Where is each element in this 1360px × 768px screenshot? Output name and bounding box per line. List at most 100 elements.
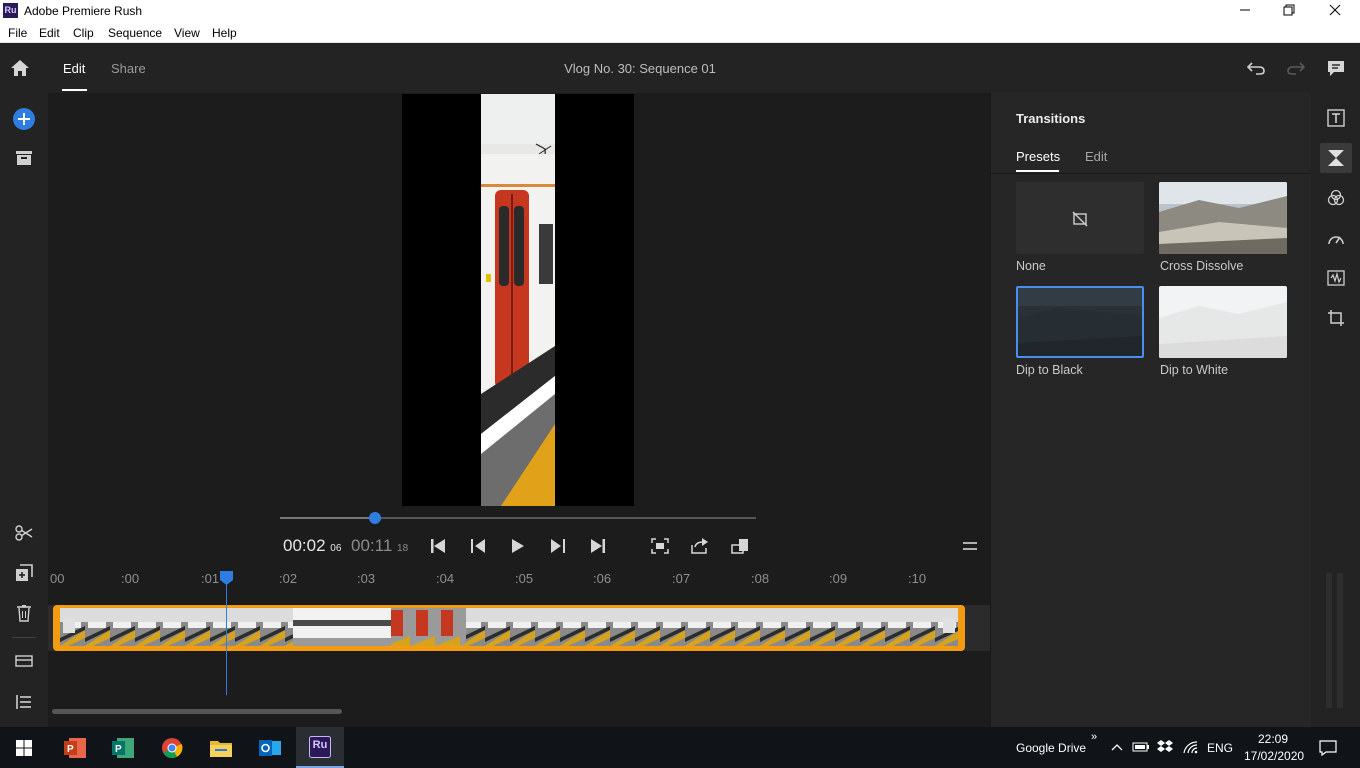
tray-show-hidden-button[interactable]	[1110, 739, 1124, 755]
skip-start-icon	[431, 539, 445, 553]
notification-icon	[1319, 740, 1337, 756]
crop-button[interactable]	[1326, 308, 1346, 328]
video-clip[interactable]	[53, 605, 965, 651]
playhead-handle[interactable]	[219, 570, 234, 586]
undo-icon	[1247, 62, 1265, 75]
tray-battery[interactable]	[1132, 739, 1150, 755]
menu-clip[interactable]: Clip	[73, 26, 94, 40]
speed-button[interactable]	[1326, 228, 1346, 248]
step-forward-button[interactable]	[548, 536, 568, 556]
close-button[interactable]	[1312, 0, 1358, 22]
transitions-button[interactable]	[1326, 148, 1346, 168]
tray-dropbox[interactable]	[1156, 738, 1174, 756]
audio-button[interactable]	[1326, 268, 1346, 288]
dropbox-icon	[1157, 740, 1173, 752]
taskbar-publisher[interactable]: P	[99, 727, 147, 768]
transitions-icon	[1328, 150, 1344, 166]
play-button[interactable]	[508, 536, 528, 556]
taskbar-outlook[interactable]	[246, 727, 294, 768]
preset-cross-dissolve[interactable]	[1159, 182, 1287, 254]
powerpoint-icon: P	[64, 737, 86, 758]
delete-button[interactable]	[14, 603, 34, 623]
titles-button[interactable]	[1326, 108, 1346, 128]
split-button[interactable]	[14, 523, 34, 543]
restore-button[interactable]	[1266, 0, 1312, 22]
tray-overflow-chevron-icon[interactable]: »	[1091, 731, 1097, 743]
restore-icon	[1283, 4, 1295, 16]
taskbar-file-explorer[interactable]	[197, 727, 245, 768]
go-to-end-button[interactable]	[588, 536, 608, 556]
preset-dip-to-white[interactable]	[1159, 286, 1287, 358]
scrubber-handle[interactable]	[369, 512, 382, 524]
add-media-button[interactable]	[12, 107, 36, 131]
tray-language[interactable]: ENG	[1207, 741, 1233, 755]
outlook-icon	[259, 739, 281, 756]
play-icon	[512, 539, 524, 553]
track-controls-button[interactable]	[14, 651, 34, 671]
windows-logo-icon	[16, 739, 32, 756]
tray-clock-date[interactable]: 17/02/2020	[1244, 749, 1304, 763]
export-frame-button[interactable]	[690, 536, 710, 556]
total-time: 00:11	[351, 536, 393, 555]
current-frames: 06	[330, 543, 342, 554]
ruler-label: :09	[829, 571, 848, 586]
no-transition-icon	[1072, 211, 1088, 227]
color-button[interactable]	[1326, 188, 1346, 208]
panel-title: Transitions	[1016, 111, 1086, 126]
tray-google-drive[interactable]: Google Drive	[1016, 741, 1086, 755]
clip-trim-start-handle[interactable]	[63, 619, 75, 633]
video-preview[interactable]	[402, 94, 634, 506]
redo-button[interactable]	[1286, 58, 1306, 78]
feedback-button[interactable]	[1326, 58, 1346, 78]
clip-thumbnails	[60, 608, 958, 646]
menu-view[interactable]: View	[174, 26, 200, 40]
timeline-list-button[interactable]	[14, 692, 34, 712]
go-to-start-button[interactable]	[428, 536, 448, 556]
taskbar-chrome[interactable]	[148, 727, 196, 768]
project-assets-button[interactable]	[14, 148, 34, 168]
step-back-icon	[471, 539, 485, 553]
ruler-label: :05	[515, 571, 534, 586]
timeline-ruler[interactable]: 00 :00 :01 :02 :03 :04 :05 :06 :07 :08 :…	[48, 563, 990, 593]
menu-help[interactable]: Help	[212, 26, 237, 40]
list-icon	[16, 695, 31, 709]
tab-panel-edit[interactable]: Edit	[1085, 149, 1107, 164]
tray-clock-time[interactable]: 22:09	[1258, 732, 1288, 746]
color-circles-icon	[1327, 189, 1345, 206]
action-center-button[interactable]	[1318, 738, 1338, 758]
audio-meter-left	[1326, 573, 1332, 708]
menu-file[interactable]: File	[8, 26, 27, 40]
taskbar-powerpoint[interactable]: P	[51, 727, 99, 768]
minimize-button[interactable]	[1222, 0, 1268, 22]
aspect-ratio-button[interactable]	[730, 536, 750, 556]
preset-none[interactable]	[1016, 182, 1144, 254]
undo-button[interactable]	[1246, 58, 1266, 78]
chat-icon	[1328, 60, 1344, 76]
ruler-label: 00	[50, 571, 65, 586]
cross-dissolve-thumbnail	[1159, 182, 1287, 254]
fit-frame-button[interactable]	[650, 536, 670, 556]
tray-wifi[interactable]	[1181, 738, 1199, 756]
ruler-label: :07	[672, 571, 691, 586]
playback-scrubber[interactable]	[280, 512, 756, 524]
timeline-horizontal-scrollbar[interactable]	[52, 709, 342, 714]
start-button[interactable]	[0, 727, 48, 768]
tab-presets[interactable]: Presets	[1016, 149, 1060, 164]
ruler-label: :06	[593, 571, 612, 586]
step-back-button[interactable]	[468, 536, 488, 556]
preset-dip-to-black[interactable]	[1016, 286, 1144, 358]
menu-edit[interactable]: Edit	[39, 26, 60, 40]
right-toolbar	[1311, 93, 1360, 727]
timeline-options-button[interactable]	[960, 536, 980, 556]
share-arrow-icon	[691, 538, 708, 554]
clip-trim-end-handle[interactable]	[943, 619, 955, 633]
menu-sequence[interactable]: Sequence	[108, 26, 162, 40]
left-toolbar	[0, 93, 48, 727]
ruler-label: :04	[436, 571, 455, 586]
duplicate-button[interactable]	[14, 563, 34, 583]
battery-icon	[1132, 742, 1149, 752]
toolbar-divider	[12, 637, 36, 638]
scissors-icon	[15, 525, 33, 541]
taskbar-premiere-rush[interactable]: Ru	[296, 727, 344, 768]
app-icon: Ru	[3, 3, 18, 18]
